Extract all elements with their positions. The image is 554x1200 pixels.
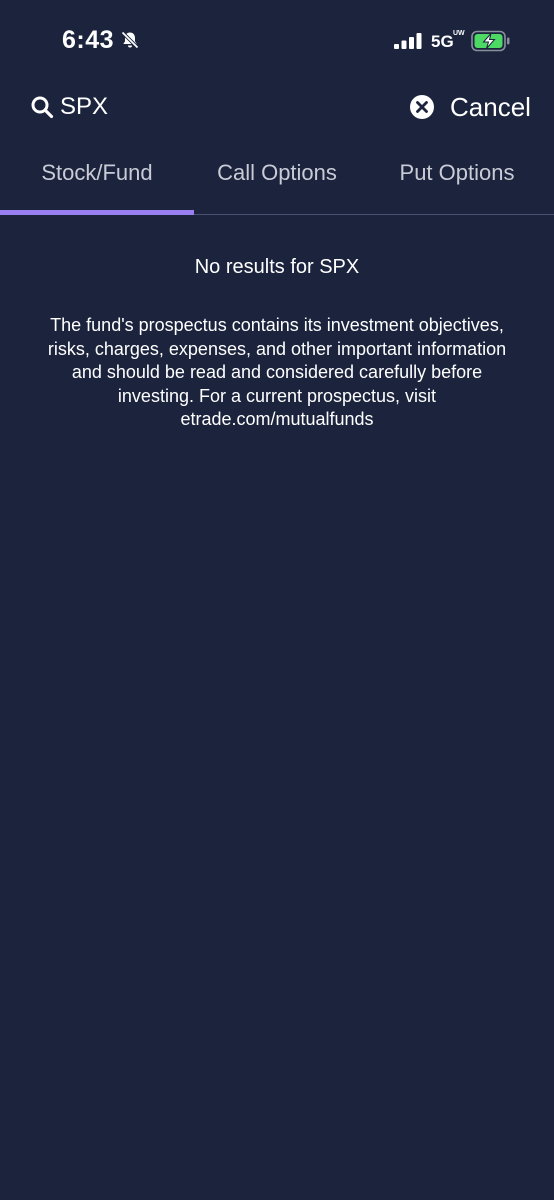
search-icon (31, 96, 54, 119)
search-bar: Cancel (0, 86, 554, 130)
battery-charging-icon (471, 30, 510, 52)
search-input[interactable] (60, 92, 360, 122)
network-sub-label: UW (453, 30, 465, 37)
cancel-label: Cancel (450, 92, 531, 122)
tab-label: Stock/Fund (41, 160, 153, 185)
prospectus-disclaimer: The fund's prospectus contains its inves… (47, 315, 507, 429)
active-tab-indicator (0, 210, 194, 215)
tab-label: Call Options (217, 160, 337, 185)
bell-slash-icon (121, 31, 139, 49)
tab-label: Put Options (399, 160, 515, 185)
cancel-button[interactable]: Cancel (410, 90, 535, 126)
tab-stock-fund[interactable]: Stock/Fund (0, 150, 194, 214)
no-results-message: No results for SPX (194, 256, 360, 278)
status-bar: 6:43 5G UW (0, 0, 554, 86)
tab-put-options[interactable]: Put Options (360, 150, 554, 214)
tab-call-options[interactable]: Call Options (194, 150, 360, 214)
clear-icon[interactable] (410, 95, 434, 119)
tab-bar: Stock/Fund Call Options Put Options (0, 150, 554, 215)
status-time: 6:43 (62, 26, 115, 54)
network-label: 5G (431, 32, 454, 51)
signal-icon (394, 33, 422, 49)
